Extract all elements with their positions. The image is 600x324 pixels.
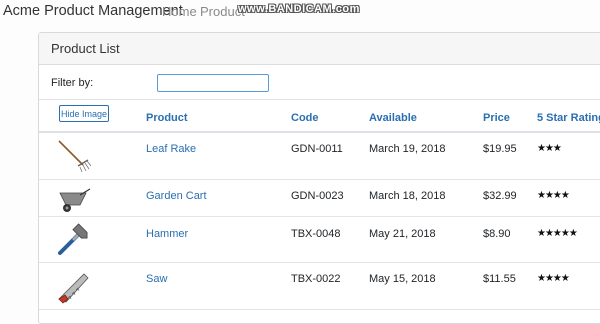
recorder-watermark: www.BANDICAM.com (238, 3, 360, 15)
table-row: Saw TBX-0022 May 15, 2018 $11.55 ★★★★ (39, 263, 600, 310)
table-header: Hide Image Product Code Available Price … (39, 100, 600, 133)
leaf-rake-image (58, 140, 92, 173)
product-name-link[interactable]: Hammer (146, 228, 188, 240)
product-available: May 21, 2018 (369, 228, 436, 240)
header-available[interactable]: Available (369, 112, 417, 124)
product-price: $11.55 (483, 273, 516, 285)
garden-cart-image (59, 188, 91, 212)
star-rating: ★★★★ (537, 273, 570, 284)
brand-title[interactable]: Acme Product Management (3, 3, 183, 19)
product-name-link[interactable]: Garden Cart (146, 190, 207, 202)
product-code: GDN-0023 (291, 190, 344, 202)
product-price: $8.90 (483, 228, 511, 240)
product-code: TBX-0048 (291, 228, 341, 240)
saw-image (58, 273, 89, 304)
table-row: Garden Cart GDN-0023 March 18, 2018 $32.… (39, 180, 600, 217)
header-rating[interactable]: 5 Star Rating (537, 112, 600, 124)
table-row: Leaf Rake GDN-0011 March 19, 2018 $19.95… (39, 133, 600, 180)
filter-input[interactable] (157, 74, 269, 92)
hide-image-button[interactable]: Hide Image (59, 105, 109, 122)
navbar: Acme Product Management Home Product www… (0, 0, 600, 26)
product-name-link[interactable]: Leaf Rake (146, 143, 196, 155)
product-code: GDN-0011 (291, 143, 343, 155)
product-list-card: Product List Filter by: Hide Image Produ… (38, 32, 600, 324)
header-price[interactable]: Price (483, 112, 510, 124)
product-available: March 18, 2018 (369, 190, 446, 202)
product-price: $19.95 (483, 143, 517, 155)
filter-label: Filter by: (51, 77, 94, 89)
product-name-link[interactable]: Saw (146, 273, 167, 285)
product-code: TBX-0022 (291, 273, 341, 285)
card-title: Product List (39, 33, 600, 65)
product-available: May 15, 2018 (369, 273, 436, 285)
product-price: $32.99 (483, 190, 517, 202)
header-product[interactable]: Product (146, 112, 188, 124)
product-available: March 19, 2018 (369, 143, 446, 155)
star-rating: ★★★ (537, 143, 562, 154)
nav-home-link[interactable]: Home (162, 4, 197, 19)
table-row: Hammer TBX-0048 May 21, 2018 $8.90 ★★★★★ (39, 217, 600, 263)
star-rating: ★★★★★ (537, 228, 578, 239)
filter-row: Filter by: (39, 65, 600, 99)
star-rating: ★★★★ (537, 190, 570, 201)
header-code[interactable]: Code (291, 112, 319, 124)
hammer-image (58, 223, 88, 255)
